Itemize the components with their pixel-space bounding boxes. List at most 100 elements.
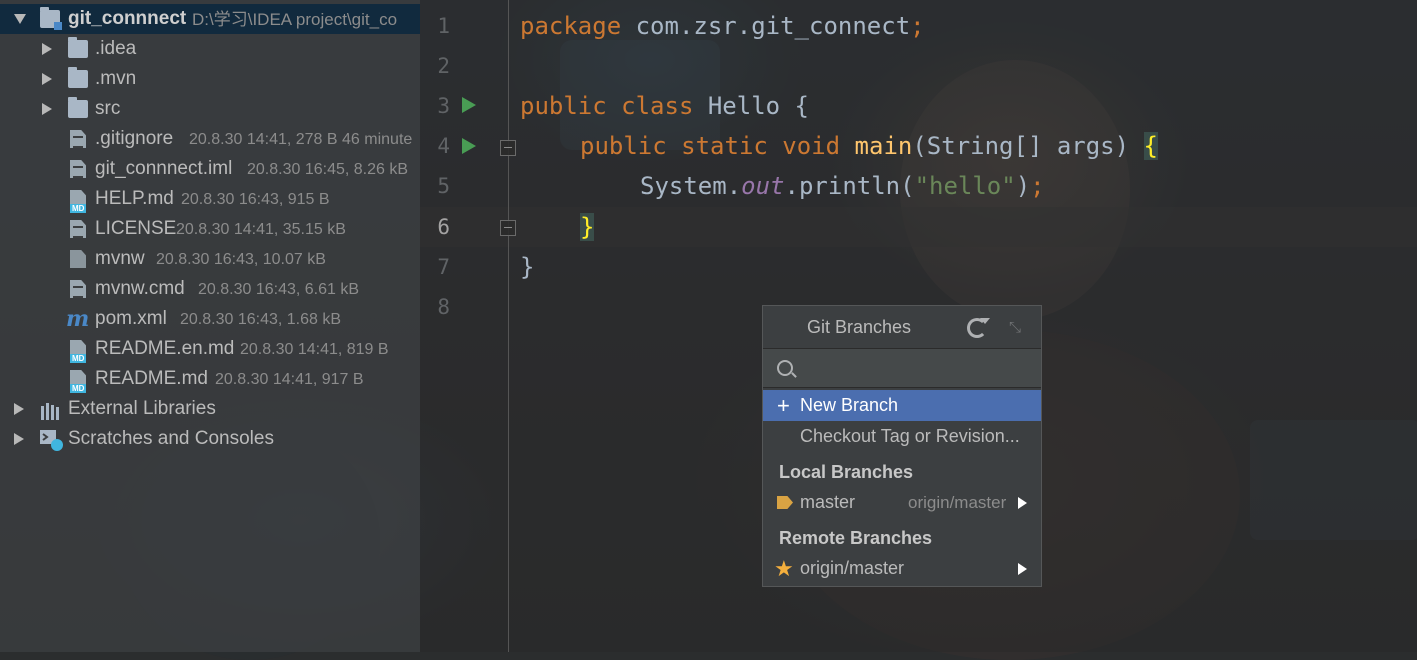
text-file-icon [70, 280, 90, 298]
file-name: mvnw.cmd [95, 278, 185, 299]
module-folder-icon [40, 7, 62, 30]
checkout-tag-item[interactable]: Checkout Tag or Revision... [763, 421, 1041, 452]
collapse-arrow-icon[interactable] [14, 433, 24, 445]
code-line-3: public class Hello { [520, 92, 809, 120]
project-tool-window: git_connnect D:\学习\IDEA project\git_co .… [0, 0, 420, 652]
file-meta: 20.8.30 14:41, 35.15 kB [176, 221, 346, 238]
branch-name: master [800, 492, 856, 512]
tree-item-file[interactable]: MD README.md 20.8.30 14:41, 917 B [0, 364, 420, 394]
submenu-arrow-icon [1018, 497, 1027, 509]
project-root-path: D:\学习\IDEA project\git_co [192, 10, 398, 29]
submenu-arrow-icon [1018, 563, 1027, 575]
tracking-branch: origin/master [908, 493, 1007, 512]
tree-item-folder[interactable]: .idea [0, 34, 420, 64]
project-root-name: git_connnect [68, 8, 187, 29]
file-meta: 20.8.30 14:41, 917 B [215, 371, 364, 388]
tree-item-file[interactable]: MD HELP.md 20.8.30 16:43, 915 B [0, 184, 420, 214]
file-name: mvnw [95, 248, 145, 269]
tree-item-file[interactable]: git_connnect.iml 20.8.30 16:45, 8.26 kB [0, 154, 420, 184]
tree-item-file[interactable]: mvnw.cmd 20.8.30 16:43, 6.61 kB [0, 274, 420, 304]
tree-item-file[interactable]: m pom.xml 20.8.30 16:43, 1.68 kB [0, 304, 420, 334]
file-name: LICENSE [95, 218, 177, 239]
file-meta: 20.8.30 16:43, 915 B [181, 191, 330, 208]
line-number: 7 [437, 255, 450, 279]
tree-item-label: .mvn [95, 68, 137, 89]
popup-header: Git Branches ⤡ [763, 306, 1041, 348]
line-number: 2 [437, 54, 450, 78]
popup-title: Git Branches [807, 317, 912, 337]
tree-item-scratches[interactable]: Scratches and Consoles [0, 424, 420, 454]
tree-item-external-libraries[interactable]: External Libraries [0, 394, 420, 424]
file-name: README.en.md [95, 338, 235, 359]
code-line-7: } [520, 253, 535, 281]
code-line-4: public static void main(String[] args) { [580, 132, 1158, 160]
tree-item-label: src [95, 98, 121, 119]
branch-search-input[interactable] [803, 355, 1033, 383]
new-branch-item[interactable]: + New Branch [763, 390, 1041, 421]
line-number: 8 [437, 295, 450, 319]
shell-script-icon [70, 250, 90, 268]
collapse-arrow-icon[interactable] [42, 103, 52, 115]
tree-item-file[interactable]: mvnw 20.8.30 16:43, 10.07 kB [0, 244, 420, 274]
search-icon [777, 360, 793, 376]
markdown-file-icon: MD [70, 340, 90, 363]
file-name: git_connnect.iml [95, 158, 233, 179]
project-root-node[interactable]: git_connnect D:\学习\IDEA project\git_co [0, 4, 420, 34]
code-line-5: System.out.println("hello"); [640, 172, 1045, 200]
iml-file-icon [70, 160, 90, 178]
tree-item-label: External Libraries [68, 398, 216, 419]
collapse-arrow-icon[interactable] [14, 403, 24, 415]
tree-item-file[interactable]: LICENSE 20.8.30 14:41, 35.15 kB [0, 214, 420, 244]
file-name: .gitignore [95, 128, 174, 149]
folder-icon [68, 67, 88, 88]
line-number: 4 [437, 134, 450, 158]
new-branch-label: New Branch [800, 395, 899, 415]
fold-marker-icon[interactable] [500, 220, 516, 236]
folder-icon [68, 37, 88, 58]
library-icon [40, 400, 60, 420]
refresh-icon[interactable] [967, 318, 990, 338]
line-number: 5 [437, 174, 450, 198]
line-number: 1 [437, 14, 450, 38]
folder-icon [68, 97, 88, 118]
tree-item-folder[interactable]: src [0, 94, 420, 124]
code-line-6: } [580, 213, 595, 241]
file-name: README.md [95, 368, 208, 389]
gitignore-file-icon [70, 130, 90, 148]
git-branches-popup: Git Branches ⤡ + New Branch Checkout Tag… [762, 305, 1042, 587]
scratches-icon [40, 430, 63, 451]
remote-branch-origin-master[interactable]: ★ origin/master [763, 553, 1041, 584]
file-name: HELP.md [95, 188, 174, 209]
tree-item-folder[interactable]: .mvn [0, 64, 420, 94]
file-meta: 20.8.30 16:43, 6.61 kB [198, 281, 360, 298]
tree-item-label: Scratches and Consoles [68, 428, 274, 449]
maven-icon: m [66, 306, 90, 332]
tree-item-file[interactable]: .gitignore 20.8.30 14:41, 278 B 46 minut… [0, 124, 420, 154]
expand-arrow-icon[interactable] [14, 14, 26, 24]
collapse-arrow-icon[interactable] [42, 43, 52, 55]
collapse-icon[interactable]: ⤡ [1007, 320, 1023, 336]
tree-item-label: .idea [95, 38, 137, 59]
current-line-highlight [420, 207, 1417, 247]
file-meta: 20.8.30 16:45, 8.26 kB [247, 161, 409, 178]
text-file-icon [70, 220, 90, 238]
local-branches-header: Local Branches [779, 462, 914, 482]
markdown-file-icon: MD [70, 190, 90, 213]
run-main-icon[interactable] [462, 138, 476, 154]
file-meta: 20.8.30 16:43, 10.07 kB [156, 251, 326, 268]
line-number: 6 [437, 215, 450, 239]
file-name: pom.xml [95, 308, 167, 329]
tree-item-file[interactable]: MD README.en.md 20.8.30 14:41, 819 B [0, 334, 420, 364]
remote-branches-header: Remote Branches [779, 528, 933, 548]
file-meta: 20.8.30 14:41, 819 B [240, 341, 389, 358]
collapse-arrow-icon[interactable] [42, 73, 52, 85]
gutter-separator [508, 0, 509, 652]
local-branch-master[interactable]: master origin/master [763, 487, 1041, 518]
file-meta: 20.8.30 14:41, 278 B 46 minute [189, 131, 413, 148]
fold-marker-icon[interactable] [500, 140, 516, 156]
line-number: 3 [437, 94, 450, 118]
branch-search-box[interactable] [763, 348, 1041, 388]
plus-icon: + [777, 393, 790, 418]
checkout-tag-label: Checkout Tag or Revision... [800, 426, 1020, 446]
run-class-icon[interactable] [462, 97, 476, 113]
